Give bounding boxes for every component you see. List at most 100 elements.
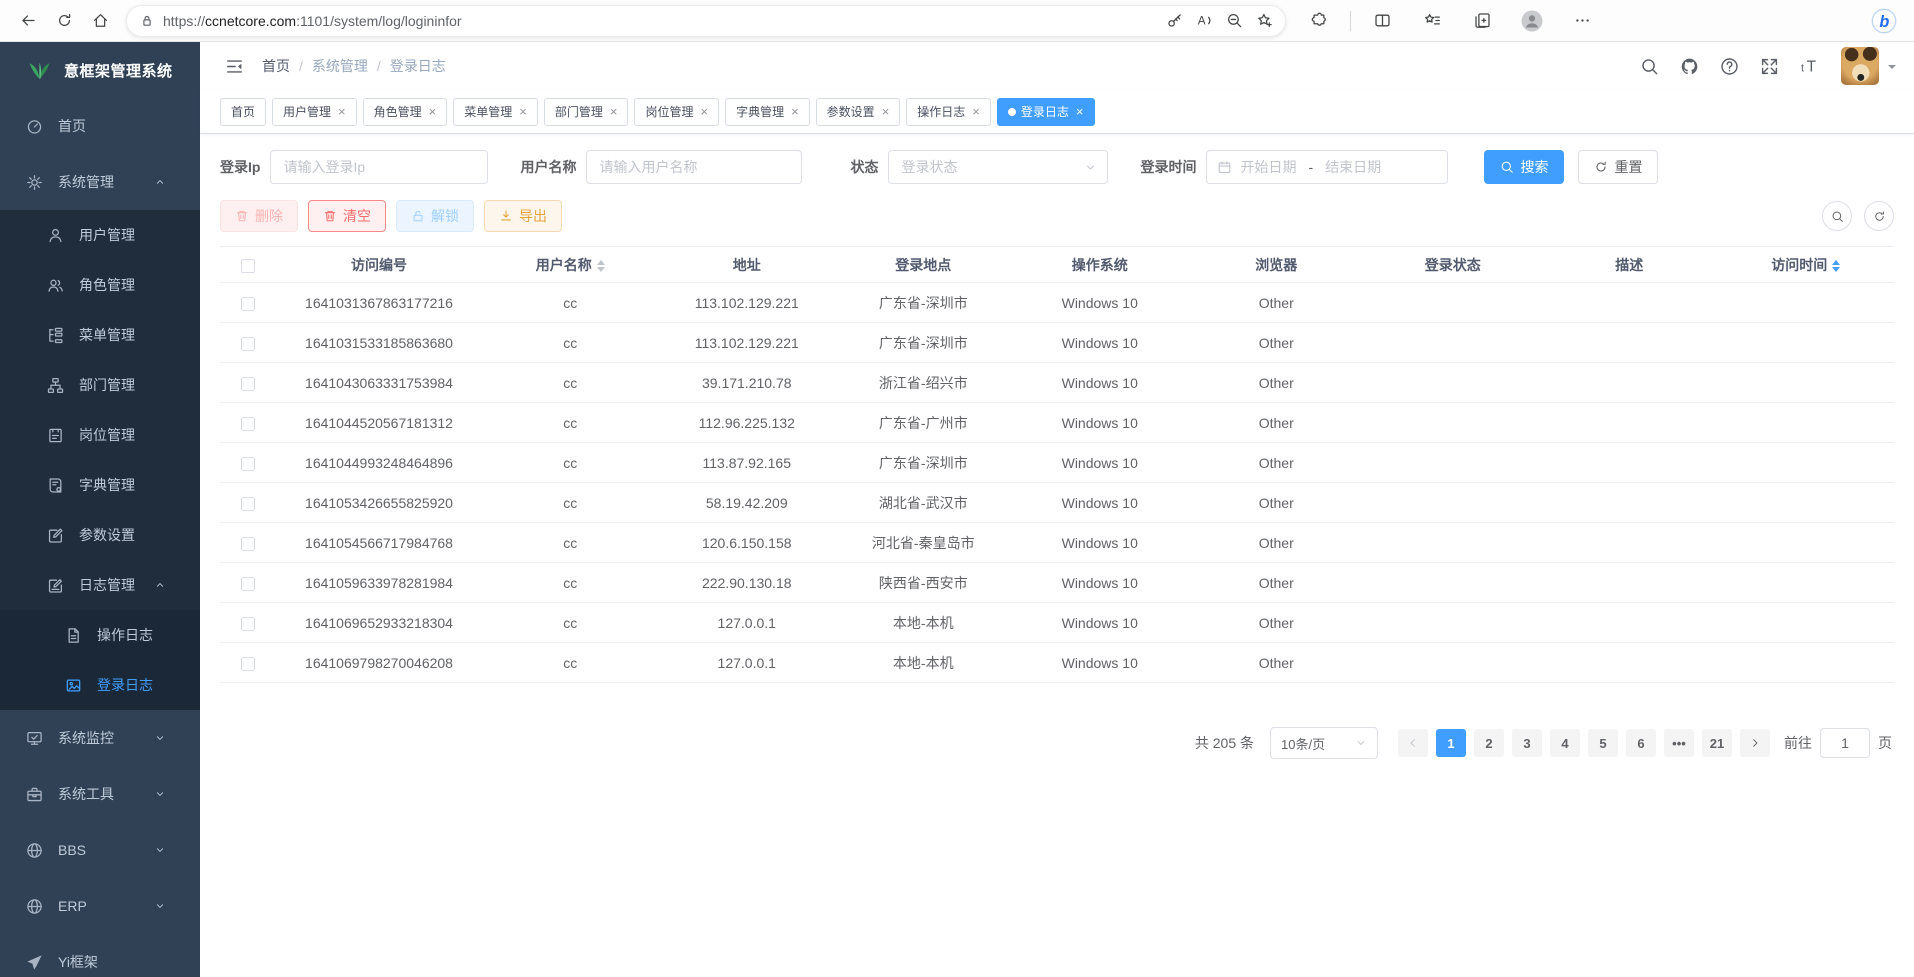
sort-caret-icon[interactable] (597, 260, 605, 272)
clear-button[interactable]: 清空 (308, 200, 386, 232)
sidebar-item-dict-management[interactable]: 字典管理 (0, 460, 200, 510)
user-avatar[interactable] (1841, 47, 1879, 85)
breadcrumb-item-home[interactable]: 首页 (262, 56, 290, 76)
page-1-button[interactable]: 1 (1436, 729, 1466, 757)
refresh-button[interactable] (1864, 201, 1894, 231)
sidebar-item-system-monitor[interactable]: 系统监控 (0, 710, 200, 766)
key-button[interactable] (1159, 7, 1189, 35)
read-aloud-button[interactable]: A (1189, 7, 1219, 35)
column-header-username[interactable]: 用户名称 (482, 247, 659, 283)
status-select[interactable]: 登录状态 (888, 150, 1108, 184)
row-checkbox[interactable] (241, 657, 255, 671)
favorite-add-button[interactable] (1249, 7, 1279, 35)
select-all-checkbox[interactable] (241, 259, 255, 273)
sidebar-item-yi-framework[interactable]: Yi框架 (0, 934, 200, 977)
sidebar-item-operation-log[interactable]: 操作日志 (0, 610, 200, 660)
tab-close-icon[interactable]: × (972, 104, 980, 119)
refresh-button[interactable] (46, 4, 82, 38)
breadcrumb-item-system[interactable]: 系统管理 (312, 56, 368, 76)
tab-operation-log[interactable]: 操作日志× (906, 98, 991, 126)
export-button[interactable]: 导出 (484, 200, 562, 232)
page-ellipsis-button[interactable]: ••• (1664, 729, 1694, 757)
sidebar-item-menu-management[interactable]: 菜单管理 (0, 310, 200, 360)
sort-caret-icon[interactable] (1832, 260, 1840, 272)
sidebar-item-bbs[interactable]: BBS (0, 822, 200, 878)
tab-close-icon[interactable]: × (519, 104, 527, 119)
tab-close-icon[interactable]: × (1076, 104, 1084, 119)
sidebar-item-user-management[interactable]: 用户管理 (0, 210, 200, 260)
tab-close-icon[interactable]: × (700, 104, 708, 119)
back-button[interactable] (10, 4, 46, 38)
page-21-button[interactable]: 21 (1702, 729, 1732, 757)
sidebar-collapse-button[interactable] (218, 50, 250, 82)
search-button[interactable] (1633, 50, 1665, 82)
tab-param-settings[interactable]: 参数设置× (816, 98, 901, 126)
next-page-button[interactable] (1740, 729, 1770, 757)
tab-user-management[interactable]: 用户管理× (272, 98, 357, 126)
sidebar-item-log-management[interactable]: 日志管理 (0, 560, 200, 610)
goto-page-input[interactable] (1820, 728, 1870, 758)
tab-menu-management[interactable]: 菜单管理× (453, 98, 538, 126)
sidebar-item-system-management[interactable]: 系统管理 (0, 154, 200, 210)
page-4-button[interactable]: 4 (1550, 729, 1580, 757)
tab-close-icon[interactable]: × (338, 104, 346, 119)
sidebar-item-post-management[interactable]: 岗位管理 (0, 410, 200, 460)
row-checkbox[interactable] (241, 537, 255, 551)
split-screen-button[interactable] (1364, 4, 1400, 38)
copilot-button[interactable]: b (1866, 4, 1902, 38)
collections-button[interactable] (1464, 4, 1500, 38)
question-button[interactable] (1713, 50, 1745, 82)
sidebar-item-role-management[interactable]: 角色管理 (0, 260, 200, 310)
extensions-button[interactable] (1301, 4, 1337, 38)
address-bar[interactable]: https://ccnetcore.com:1101/system/log/lo… (126, 5, 1286, 37)
tab-close-icon[interactable]: × (429, 104, 437, 119)
zoom-out-button[interactable] (1219, 7, 1249, 35)
sidebar-item-dept-management[interactable]: 部门管理 (0, 360, 200, 410)
row-checkbox[interactable] (241, 337, 255, 351)
page-5-button[interactable]: 5 (1588, 729, 1618, 757)
sidebar-item-erp[interactable]: ERP (0, 878, 200, 934)
delete-button[interactable]: 删除 (220, 200, 298, 232)
tab-login-log[interactable]: 登录日志× (997, 98, 1095, 126)
row-checkbox[interactable] (241, 617, 255, 631)
prev-page-button[interactable] (1398, 729, 1428, 757)
page-6-button[interactable]: 6 (1626, 729, 1656, 757)
page-size-select[interactable]: 10条/页 (1270, 727, 1378, 759)
tab-close-icon[interactable]: × (610, 104, 618, 119)
row-checkbox[interactable] (241, 497, 255, 511)
search-button[interactable]: 搜索 (1484, 150, 1564, 184)
sidebar-item-home[interactable]: 首页 (0, 98, 200, 154)
tab-dept-management[interactable]: 部门管理× (544, 98, 629, 126)
tab-post-management[interactable]: 岗位管理× (634, 98, 719, 126)
column-header-time[interactable]: 访问时间 (1718, 247, 1895, 283)
avatar-caret-icon[interactable] (1888, 65, 1896, 73)
row-checkbox[interactable] (241, 377, 255, 391)
search-button[interactable] (1822, 201, 1852, 231)
page-2-button[interactable]: 2 (1474, 729, 1504, 757)
reset-button[interactable]: 重置 (1578, 150, 1658, 184)
row-checkbox[interactable] (241, 457, 255, 471)
font-size-button[interactable]: tT (1793, 50, 1825, 82)
profile-button[interactable] (1514, 4, 1550, 38)
tab-dict-management[interactable]: 字典管理× (725, 98, 810, 126)
sidebar-item-param-settings[interactable]: 参数设置 (0, 510, 200, 560)
tab-close-icon[interactable]: × (882, 104, 890, 119)
sidebar-item-login-log[interactable]: 登录日志 (0, 660, 200, 710)
login-time-range-picker[interactable]: 开始日期 - 结束日期 (1206, 150, 1448, 184)
unlock-button[interactable]: 解锁 (396, 200, 474, 232)
login-ip-input[interactable] (270, 150, 488, 184)
home-button[interactable] (82, 4, 118, 38)
row-checkbox[interactable] (241, 417, 255, 431)
tab-role-management[interactable]: 角色管理× (363, 98, 448, 126)
tab-home[interactable]: 首页 (220, 98, 266, 126)
tab-close-icon[interactable]: × (791, 104, 799, 119)
github-button[interactable] (1673, 50, 1705, 82)
user-name-input[interactable] (586, 150, 802, 184)
more-button[interactable] (1564, 4, 1600, 38)
row-checkbox[interactable] (241, 577, 255, 591)
row-checkbox[interactable] (241, 297, 255, 311)
page-3-button[interactable]: 3 (1512, 729, 1542, 757)
sidebar-item-system-tools[interactable]: 系统工具 (0, 766, 200, 822)
fullscreen-button[interactable] (1753, 50, 1785, 82)
favorites-button[interactable] (1414, 4, 1450, 38)
